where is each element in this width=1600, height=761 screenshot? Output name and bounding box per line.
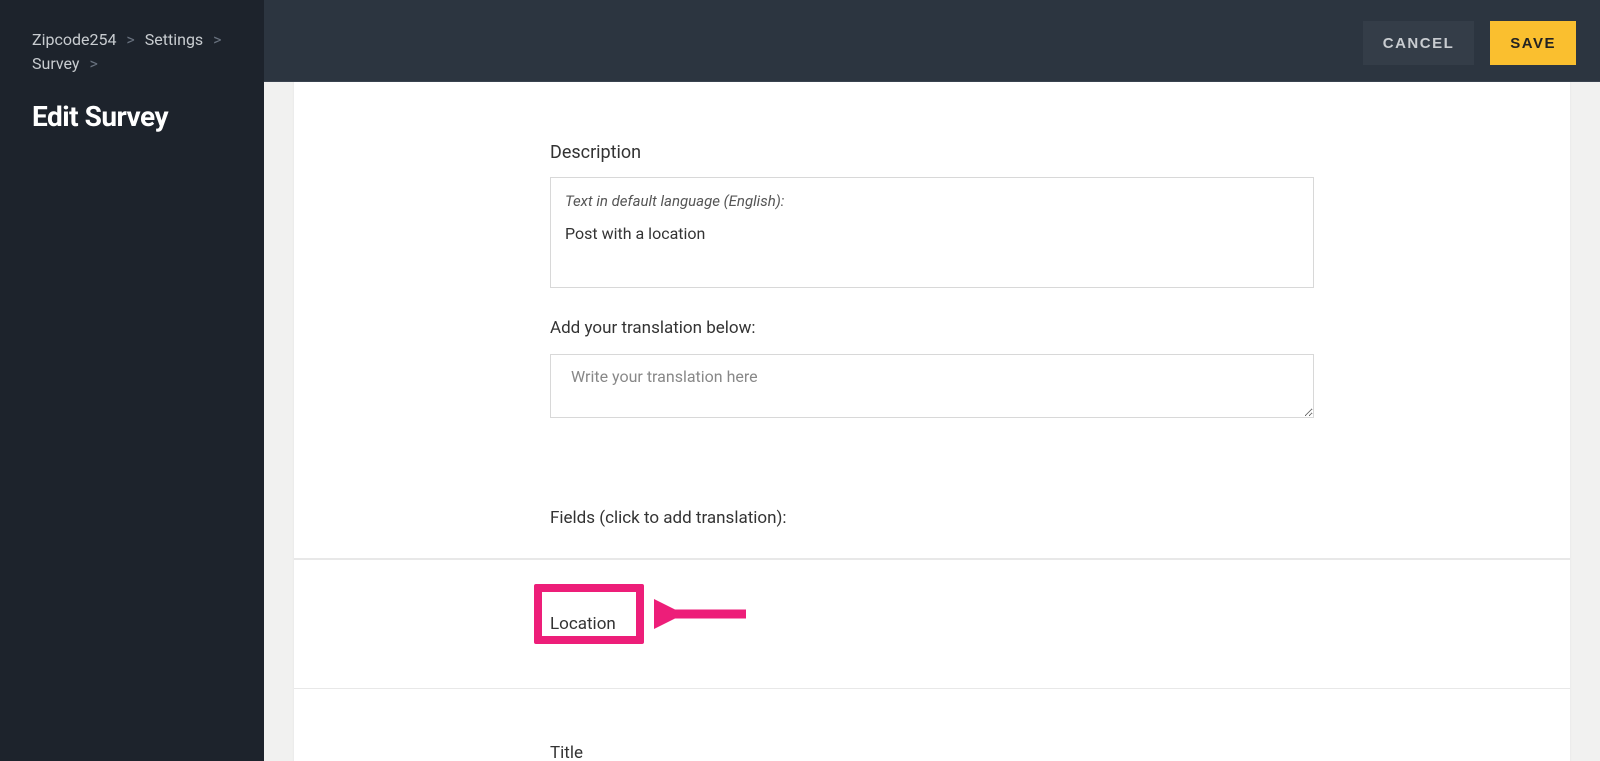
description-default-lang-hint: Text in default language (English):	[565, 192, 1299, 210]
main-area: Description Text in default language (En…	[264, 81, 1600, 761]
description-readonly-box: Text in default language (English): Post…	[550, 177, 1314, 288]
topbar: CANCEL SAVE	[264, 5, 1600, 81]
fields-heading: Fields (click to add translation):	[550, 508, 1314, 528]
description-default-value: Post with a location	[565, 224, 1299, 243]
panel: Description Text in default language (En…	[294, 81, 1570, 761]
field-row-location[interactable]: Location	[294, 559, 1570, 688]
field-row-title[interactable]: Title	[294, 688, 1570, 761]
breadcrumb-item[interactable]: Zipcode254	[32, 30, 116, 49]
translation-label: Add your translation below:	[550, 318, 1314, 338]
field-name: Title	[550, 743, 583, 761]
description-label: Description	[550, 142, 1314, 163]
breadcrumb-separator: >	[213, 30, 221, 49]
breadcrumb-separator: >	[126, 30, 134, 49]
breadcrumb: Zipcode254 > Settings > Survey >	[32, 28, 232, 76]
sidebar: Zipcode254 > Settings > Survey > Edit Su…	[0, 0, 264, 761]
cancel-button[interactable]: CANCEL	[1363, 21, 1475, 65]
translation-input[interactable]	[550, 354, 1314, 418]
save-button[interactable]: SAVE	[1490, 21, 1576, 65]
breadcrumb-item[interactable]: Settings	[145, 30, 203, 49]
annotation-arrow-icon	[654, 594, 754, 634]
breadcrumb-item[interactable]: Survey	[32, 54, 79, 73]
breadcrumb-separator: >	[89, 54, 97, 73]
field-name: Location	[550, 614, 616, 634]
page-title: Edit Survey	[32, 100, 232, 133]
description-section: Description Text in default language (En…	[294, 81, 1570, 528]
